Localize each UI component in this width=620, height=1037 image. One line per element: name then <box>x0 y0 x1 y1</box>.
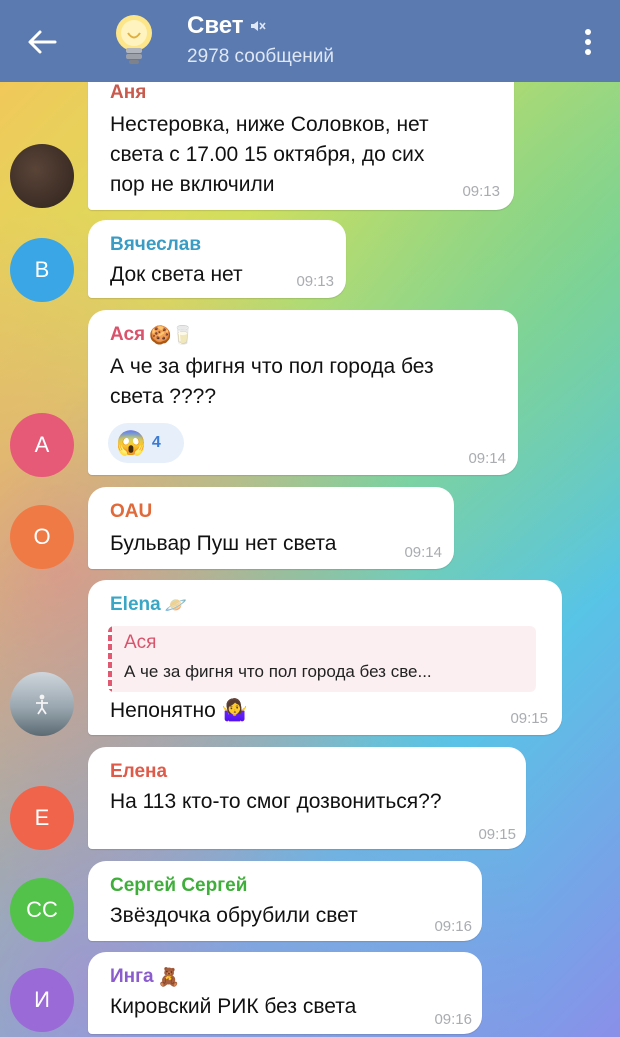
scream-emoji-icon: 😱 <box>116 429 146 457</box>
message-time: 09:13 <box>462 183 500 200</box>
message-author[interactable]: Сергей Сергей <box>110 875 247 897</box>
message-text: Док света нет <box>110 263 243 286</box>
chat-avatar[interactable] <box>104 10 164 70</box>
reaction-count: 4 <box>151 434 161 451</box>
chat-title-text: Свет <box>187 12 244 39</box>
photo-figure-icon <box>36 694 48 715</box>
message-bubble[interactable]: Сергей Сергей Звёздочка обрубили свет 09… <box>88 861 482 941</box>
message-time: 09:16 <box>434 1011 472 1028</box>
chat-header: Свет 2978 сообщений <box>0 0 620 82</box>
avatar[interactable]: В <box>10 238 74 302</box>
message-time: 09:16 <box>434 918 472 935</box>
avatar[interactable] <box>10 672 74 736</box>
message-bubble[interactable]: Elena 🪐 Ася А че за фигня что пол города… <box>88 580 562 735</box>
message-author[interactable]: Elena 🪐 <box>110 594 187 616</box>
message-time: 09:14 <box>468 450 506 467</box>
message-bubble[interactable]: Инга 🧸 Кировский РИК без света 09:16 <box>88 952 482 1034</box>
message-bubble[interactable]: Аня Нестеровка, ниже Соловков, нет света… <box>88 62 514 210</box>
author-emoji: 🧸 <box>157 966 181 987</box>
avatar[interactable]: СС <box>10 878 74 942</box>
message-text: Кировский РИК без света <box>110 995 357 1018</box>
author-emoji: 🪐 <box>164 594 188 615</box>
message-bubble[interactable]: Ася 🍪🥛 А че за фигня что пол города без … <box>88 310 518 475</box>
message-text: А че за фигня что пол города без света ?… <box>110 355 434 408</box>
more-menu-button[interactable] <box>576 22 600 62</box>
reply-quote[interactable]: Ася А че за фигня что пол города без све… <box>108 626 536 692</box>
chat-title[interactable]: Свет <box>187 12 266 40</box>
quote-accent-bar <box>108 626 112 692</box>
message-text: Нестеровка, ниже Соловков, нет света с 1… <box>110 113 429 196</box>
author-emoji: 🍪🥛 <box>149 324 194 345</box>
muted-speaker-icon <box>250 21 266 31</box>
reaction-chip[interactable]: 😱 4 <box>108 423 184 463</box>
message-author[interactable]: Елена <box>110 761 167 783</box>
back-button[interactable] <box>22 22 62 62</box>
message-text: Непонятно 🤷‍♀️ <box>110 699 248 722</box>
message-bubble[interactable]: Елена На 113 кто-то смог дозвониться?? 0… <box>88 747 526 849</box>
message-author[interactable]: OAU <box>110 501 152 523</box>
more-vertical-icon <box>585 29 591 55</box>
message-text: На 113 кто-то смог дозвониться?? <box>110 790 442 813</box>
message-bubble[interactable]: OAU Бульвар Пуш нет света 09:14 <box>88 487 454 569</box>
arrow-left-icon <box>28 30 57 54</box>
message-bubble[interactable]: Вячеслав Док света нет 09:13 <box>88 220 346 298</box>
message-author[interactable]: Аня <box>110 82 146 104</box>
avatar[interactable]: А <box>10 413 74 477</box>
avatar[interactable]: И <box>10 968 74 1032</box>
message-time: 09:15 <box>478 826 516 843</box>
message-time: 09:13 <box>296 273 334 290</box>
member-message-count: 2978 сообщений <box>187 46 334 67</box>
quote-author: Ася <box>124 632 157 653</box>
message-text: Звёздочка обрубили свет <box>110 904 358 927</box>
quote-text: А че за фигня что пол города без све... <box>124 662 432 681</box>
message-author[interactable]: Вячеслав <box>110 234 201 256</box>
avatar[interactable] <box>10 144 74 208</box>
message-author[interactable]: Ася 🍪🥛 <box>110 324 194 346</box>
avatar[interactable]: Е <box>10 786 74 850</box>
avatar[interactable]: O <box>10 505 74 569</box>
message-author[interactable]: Инга 🧸 <box>110 966 180 988</box>
message-text: Бульвар Пуш нет света <box>110 532 337 555</box>
message-time: 09:14 <box>404 544 442 561</box>
lightbulb-icon <box>116 15 152 64</box>
message-time: 09:15 <box>510 710 548 727</box>
